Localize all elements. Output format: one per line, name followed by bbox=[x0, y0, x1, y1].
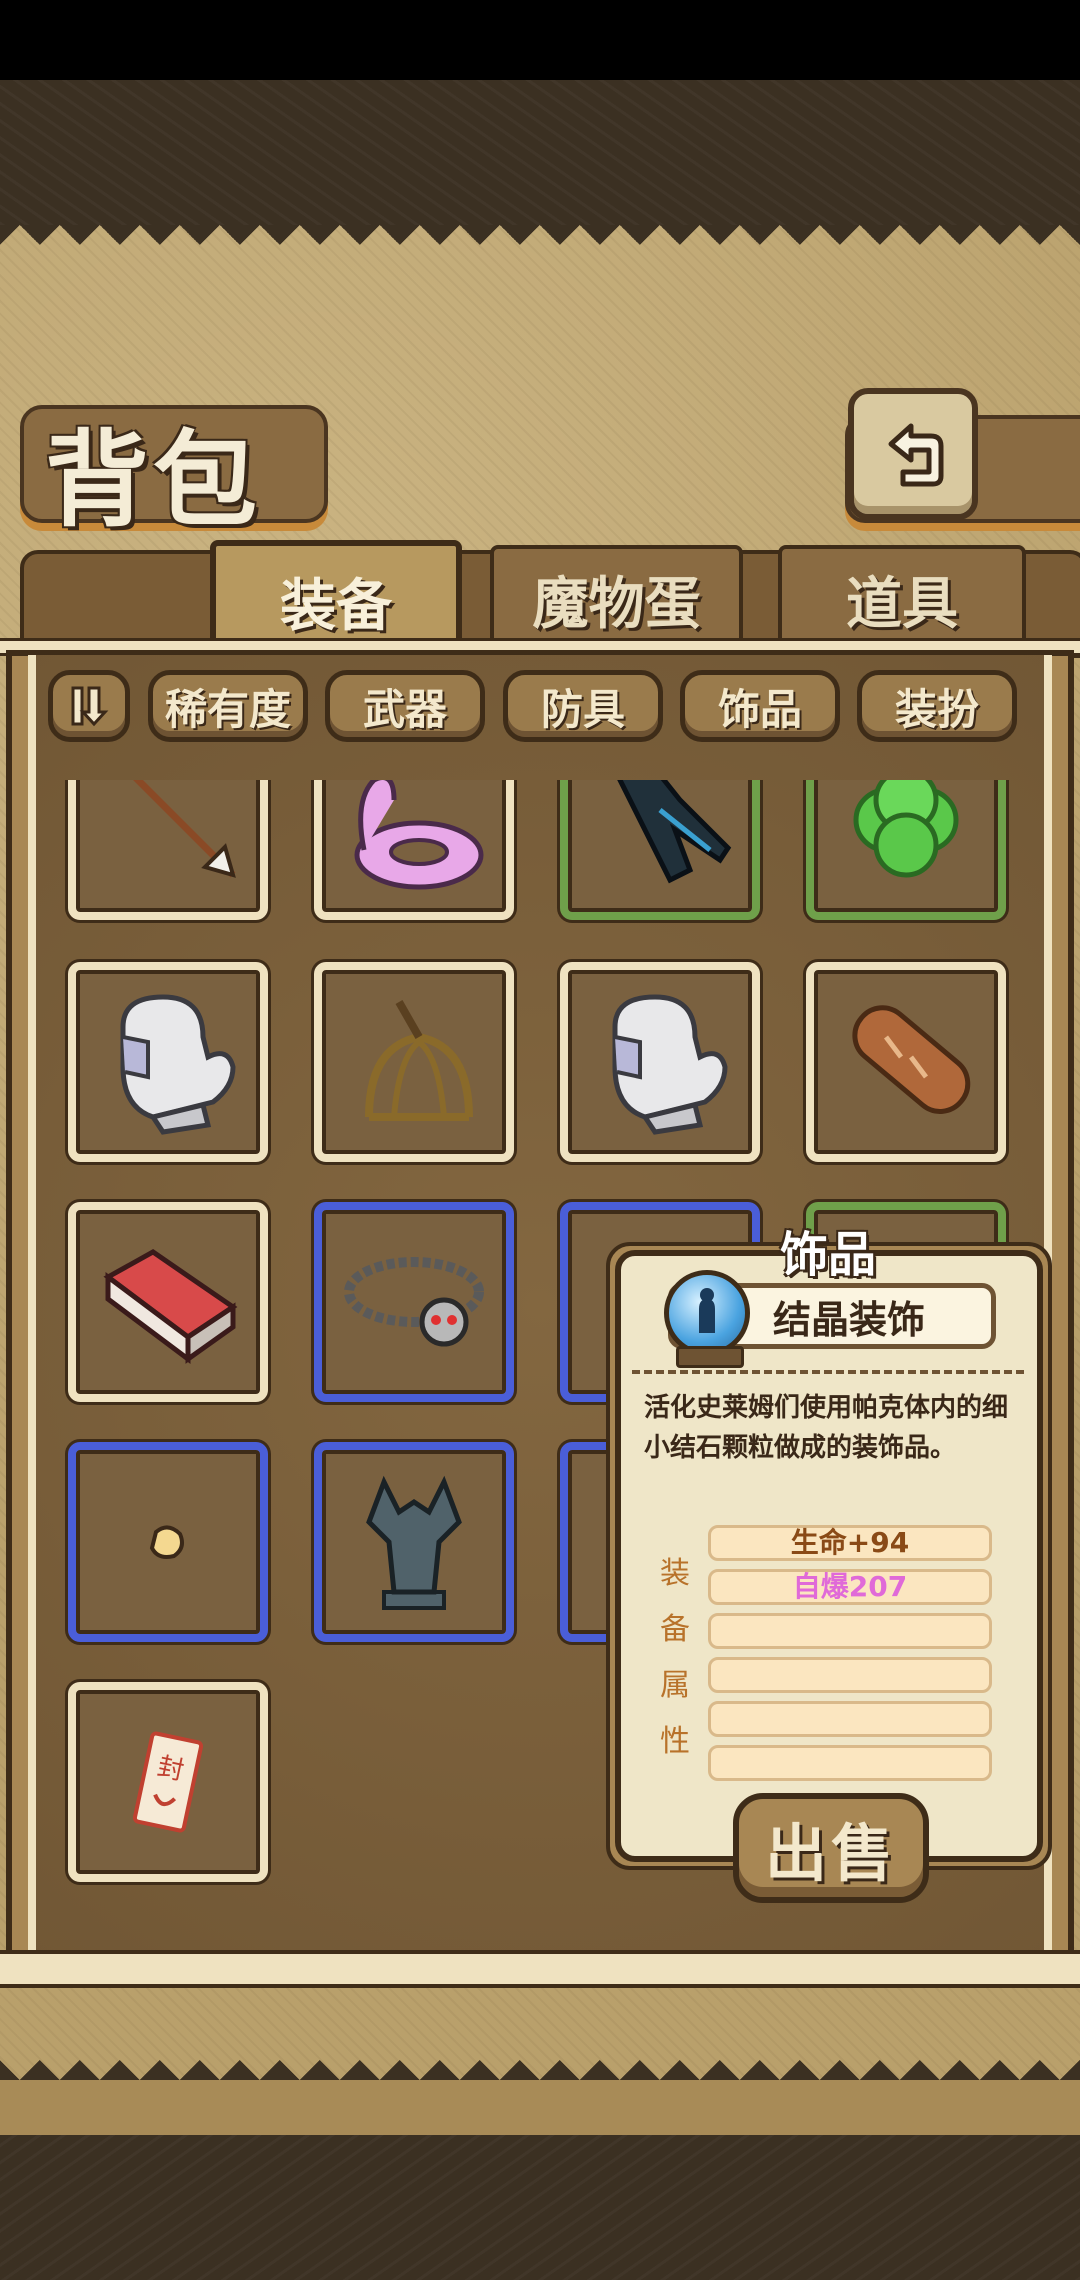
tab-monster-eggs[interactable]: 魔物蛋 bbox=[490, 545, 743, 653]
attribute-row bbox=[708, 1657, 992, 1693]
filter-costume[interactable]: 装扮 bbox=[857, 670, 1017, 742]
skull-chain-necklace-icon bbox=[344, 1257, 484, 1347]
red-brick-icon bbox=[103, 1249, 238, 1364]
sort-toggle-icon bbox=[71, 686, 109, 727]
tab-items[interactable]: 道具 bbox=[778, 545, 1026, 653]
item-category: 饰品 bbox=[780, 1227, 877, 1283]
white-mitten-icon bbox=[612, 994, 728, 1135]
inventory-slot[interactable]: 封 bbox=[68, 1682, 268, 1882]
attr-label-char: 装 bbox=[660, 1556, 690, 1591]
detail-divider bbox=[632, 1370, 1028, 1374]
bread-icon bbox=[852, 1005, 971, 1114]
filter-armor[interactable]: 防具 bbox=[503, 670, 663, 742]
inventory-slot[interactable] bbox=[68, 1202, 268, 1402]
sort-toggle-button[interactable] bbox=[48, 670, 130, 742]
small-crystal-icon bbox=[149, 1525, 184, 1559]
inventory-slot[interactable] bbox=[314, 780, 514, 920]
item-description: 活化史莱姆们使用帕克体内的细小结石颗粒做成的装饰品。 bbox=[644, 1393, 1009, 1463]
torn-edge-bottom bbox=[0, 2040, 1080, 2080]
attribute-row bbox=[708, 1701, 992, 1737]
attribute-row bbox=[708, 1745, 992, 1781]
panel-bottom-rail bbox=[0, 1950, 1080, 1988]
return-arrow-icon bbox=[888, 423, 944, 487]
filter-accessory[interactable]: 饰品 bbox=[680, 670, 840, 742]
gargoyle-statue-icon bbox=[366, 1475, 462, 1610]
inventory-slot[interactable] bbox=[806, 780, 1006, 920]
attribute-row bbox=[708, 1613, 992, 1649]
page-title: 背包 bbox=[45, 419, 262, 541]
map-background-top bbox=[0, 80, 1080, 225]
attr-label-char: 备 bbox=[660, 1612, 690, 1647]
back-button[interactable] bbox=[848, 388, 978, 520]
map-background-bottom bbox=[0, 2135, 1080, 2280]
globe-base bbox=[676, 1346, 744, 1368]
attribute-row: 生命+94 bbox=[708, 1525, 992, 1561]
inventory-slot[interactable] bbox=[68, 780, 268, 920]
seal-talisman-icon: 封 bbox=[132, 1731, 204, 1833]
parchment-strip bbox=[0, 2080, 1080, 2135]
cage-helmet-icon bbox=[365, 1000, 473, 1121]
inventory-slot[interactable] bbox=[560, 780, 760, 920]
white-mitten-icon bbox=[120, 994, 236, 1135]
torn-edge-top bbox=[0, 225, 1080, 265]
pink-swim-ring-icon bbox=[354, 780, 484, 890]
filter-rarity[interactable]: 稀有度 bbox=[148, 670, 308, 742]
dark-glove-icon bbox=[617, 780, 732, 884]
four-leaf-clover-icon bbox=[853, 780, 959, 878]
sell-button[interactable]: 出售 bbox=[733, 1793, 929, 1903]
arrow-icon bbox=[133, 780, 236, 878]
inventory-slot[interactable] bbox=[314, 962, 514, 1162]
inventory-slot[interactable] bbox=[806, 962, 1006, 1162]
inventory-slot[interactable] bbox=[560, 962, 760, 1162]
attribute-row: 自爆207 bbox=[708, 1569, 992, 1605]
filter-weapon[interactable]: 武器 bbox=[325, 670, 485, 742]
tab-label: 魔物蛋 bbox=[532, 571, 701, 637]
tab-label: 装备 bbox=[280, 573, 392, 639]
tab-label: 道具 bbox=[846, 571, 958, 637]
attr-label-char: 属 bbox=[660, 1668, 690, 1703]
inventory-slot[interactable] bbox=[314, 1202, 514, 1402]
attr-label-char: 性 bbox=[660, 1724, 690, 1759]
inventory-slot[interactable] bbox=[68, 962, 268, 1162]
inventory-slot[interactable] bbox=[68, 1442, 268, 1642]
inventory-slot[interactable] bbox=[314, 1442, 514, 1642]
status-bar bbox=[0, 0, 1080, 80]
crystal-globe-icon bbox=[664, 1270, 750, 1356]
